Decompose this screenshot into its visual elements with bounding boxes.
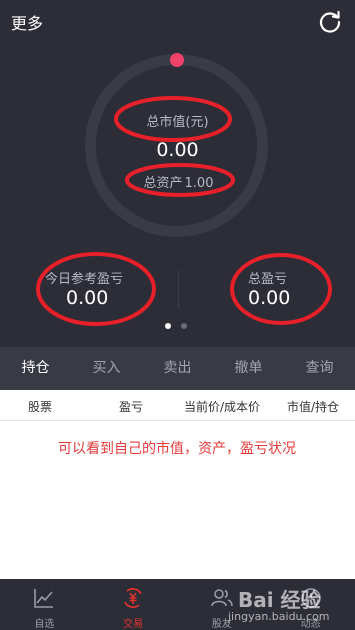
market-value-label: 总市值(元) — [146, 115, 209, 130]
chart-line-icon — [34, 589, 54, 608]
market-value: 0.00 — [156, 139, 199, 161]
today-pnl-value: 0.00 — [66, 287, 109, 309]
more-button[interactable]: 更多 — [11, 10, 43, 34]
stat-divider — [178, 270, 179, 308]
watermark-main: Bai 经验 — [238, 588, 321, 612]
today-pnl-label: 今日参考盈亏 — [45, 272, 124, 287]
total-pnl-value: 0.00 — [248, 287, 291, 309]
tab-query[interactable]: 查询 — [284, 347, 355, 390]
page-dot-active[interactable] — [165, 323, 171, 329]
total-assets-value: 1.00 — [184, 176, 214, 191]
nav-watchlist-label: 自选 — [34, 619, 55, 630]
column-price-cost: 当前价/成本价 — [184, 400, 261, 414]
page-dot[interactable] — [181, 323, 187, 329]
column-pnl: 盈亏 — [119, 400, 144, 414]
tab-cancel-order[interactable]: 撤单 — [213, 347, 284, 390]
annotation-text: 可以看到自己的市值，资产，盈亏状况 — [58, 441, 296, 457]
column-value-position: 市值/持仓 — [287, 400, 340, 414]
ring-indicator-dot — [170, 53, 184, 67]
tab-sell[interactable]: 卖出 — [142, 347, 213, 390]
nav-trade[interactable]: 交易 — [89, 579, 178, 630]
holdings-table-header: 股票 盈亏 当前价/成本价 市值/持仓 — [0, 390, 355, 421]
tab-buy[interactable]: 买入 — [71, 347, 142, 390]
yuan-exchange-icon — [124, 588, 142, 608]
nav-trade-label: 交易 — [123, 619, 144, 630]
refresh-icon[interactable] — [317, 9, 343, 35]
watermark-sub: jingyan.baidu.com — [228, 610, 330, 623]
nav-watchlist[interactable]: 自选 — [0, 579, 89, 630]
tab-holdings[interactable]: 持仓 — [0, 347, 71, 390]
baidu-jingyan-watermark: Bai 经验 jingyan.baidu.com — [210, 582, 355, 630]
column-stock: 股票 — [28, 400, 53, 414]
total-pnl-label: 总盈亏 — [248, 272, 288, 287]
trade-tabs: 持仓 买入 卖出 撤单 查询 — [0, 347, 355, 390]
total-assets: 总资产 1.00 — [0, 172, 355, 191]
total-assets-label: 总资产 — [143, 176, 183, 191]
